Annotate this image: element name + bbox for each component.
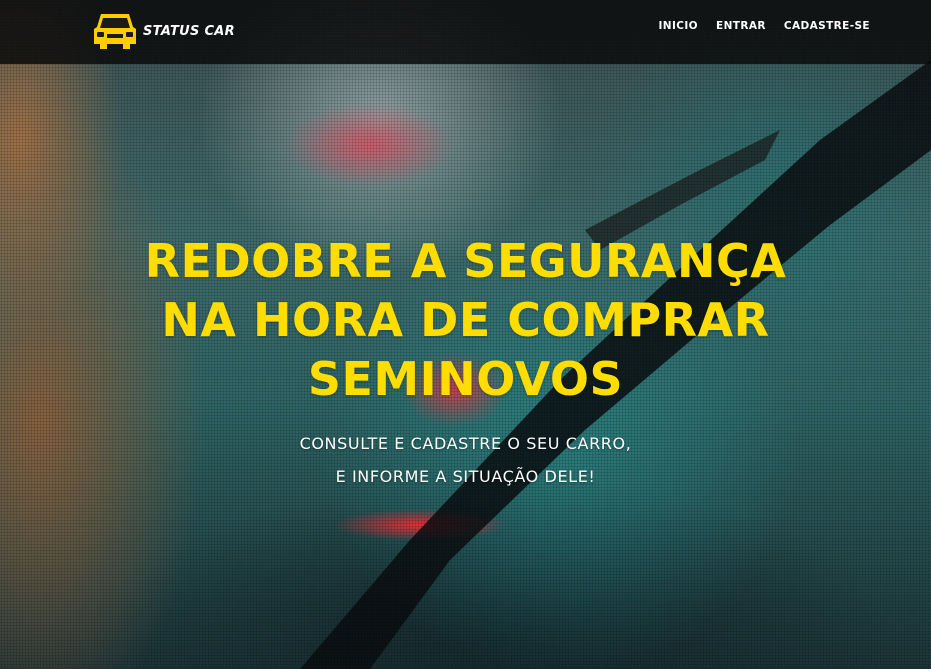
nav-link-entrar[interactable]: ENTRAR	[716, 20, 766, 32]
main-nav: INICIO ENTRAR CADASTRE-SE	[658, 20, 870, 32]
hero-title-line-2: NA HORA DE COMPRAR	[161, 293, 770, 347]
nav-link-cadastre-se[interactable]: CADASTRE-SE	[784, 20, 870, 32]
landing-page: STATUS CAR INICIO ENTRAR CADASTRE-SE RED…	[0, 0, 931, 669]
top-navbar: STATUS CAR INICIO ENTRAR CADASTRE-SE	[0, 0, 931, 64]
hero-title-line-1: REDOBRE A SEGURANÇA	[144, 234, 787, 288]
hero-section: REDOBRE A SEGURANÇA NA HORA DE COMPRAR S…	[0, 232, 931, 493]
car-icon	[94, 14, 136, 49]
hero-title: REDOBRE A SEGURANÇA NA HORA DE COMPRAR S…	[0, 232, 931, 409]
hero-subtitle: CONSULTE E CADASTRE O SEU CARRO, E INFOR…	[0, 427, 931, 493]
hero-subtitle-line-1: CONSULTE E CADASTRE O SEU CARRO,	[299, 434, 632, 453]
hero-title-line-3: SEMINOVOS	[307, 352, 624, 406]
hero-subtitle-line-2: E INFORME A SITUAÇÃO DELE!	[335, 467, 596, 486]
brand-name: STATUS CAR	[143, 23, 235, 39]
nav-link-inicio[interactable]: INICIO	[658, 20, 698, 32]
brand-logo-link[interactable]: STATUS CAR	[92, 9, 235, 53]
